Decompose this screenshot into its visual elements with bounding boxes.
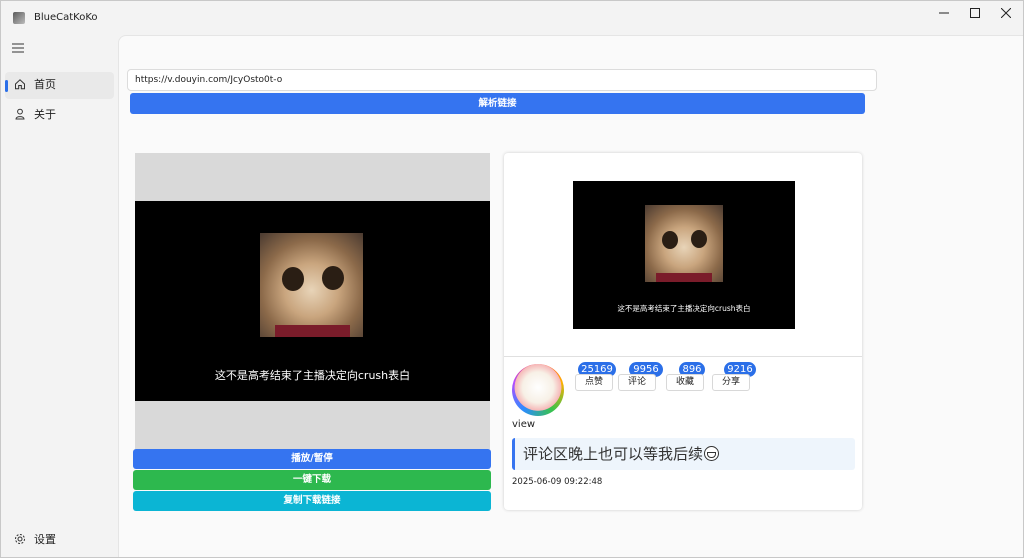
publish-timestamp: 2025-06-09 09:22:48 bbox=[512, 477, 603, 487]
window-title: BlueCatKoKo bbox=[34, 12, 98, 23]
app-window: BlueCatKoKo 首页 关于 设置 https://v.douyin.co… bbox=[0, 0, 1024, 558]
nav-item-home[interactable]: 首页 bbox=[5, 72, 114, 99]
nav-item-label: 首页 bbox=[34, 78, 56, 91]
likes-label: 点赞 bbox=[575, 374, 613, 391]
maximize-button[interactable] bbox=[958, 1, 992, 27]
close-button[interactable] bbox=[989, 1, 1023, 27]
shares-label: 分享 bbox=[712, 374, 750, 391]
url-input[interactable]: https://v.douyin.com/JcyOsto0t-o bbox=[127, 69, 877, 91]
user-icon bbox=[13, 108, 27, 122]
hamburger-icon bbox=[12, 43, 24, 53]
title-bar: BlueCatKoKo bbox=[1, 1, 1023, 35]
comments-label: 评论 bbox=[618, 374, 656, 391]
play-pause-button[interactable]: 播放/暂停 bbox=[133, 449, 491, 469]
nav-item-settings[interactable]: 设置 bbox=[5, 527, 114, 551]
nav-item-label: 设置 bbox=[34, 533, 56, 546]
card-thumbnail: 这不是高考结束了主播决定向crush表白 bbox=[573, 181, 795, 329]
video-info-card: 这不是高考结束了主播决定向crush表白 25169 点赞 9956 评论 89… bbox=[504, 153, 862, 510]
nav-item-label: 关于 bbox=[34, 108, 56, 121]
main-content: https://v.douyin.com/JcyOsto0t-o 解析链接 这不… bbox=[118, 35, 1023, 557]
cat-image bbox=[260, 233, 363, 337]
description-text: 评论区晚上也可以等我后续 bbox=[523, 445, 720, 463]
nav-item-about[interactable]: 关于 bbox=[5, 102, 114, 129]
divider bbox=[504, 356, 862, 357]
favorites-label: 收藏 bbox=[666, 374, 704, 391]
close-icon bbox=[1000, 7, 1012, 19]
author-avatar bbox=[512, 364, 564, 416]
copy-link-button[interactable]: 复制下载链接 bbox=[133, 491, 491, 511]
cat-image bbox=[645, 205, 723, 282]
description-box: 评论区晚上也可以等我后续 bbox=[512, 438, 855, 470]
gear-icon bbox=[13, 533, 27, 547]
menu-toggle-button[interactable] bbox=[12, 43, 26, 55]
video-caption: 这不是高考结束了主播决定向crush表白 bbox=[214, 369, 411, 382]
maximize-icon bbox=[970, 8, 980, 18]
video-player[interactable]: 这不是高考结束了主播决定向crush表白 bbox=[135, 153, 490, 449]
thumbnail-caption: 这不是高考结束了主播决定向crush表白 bbox=[617, 304, 751, 313]
description-text-content: 评论区晚上也可以等我后续 bbox=[523, 445, 704, 463]
home-icon bbox=[13, 78, 27, 92]
video-frame: 这不是高考结束了主播决定向crush表白 bbox=[135, 201, 490, 401]
parse-link-button[interactable]: 解析链接 bbox=[130, 93, 865, 114]
minimize-button[interactable] bbox=[927, 1, 961, 27]
grin-emoji-icon bbox=[704, 446, 720, 461]
download-button[interactable]: 一键下载 bbox=[133, 470, 491, 490]
active-indicator bbox=[5, 80, 8, 92]
side-navigation: 首页 关于 设置 bbox=[1, 35, 118, 557]
author-name: view bbox=[512, 419, 536, 430]
minimize-icon bbox=[939, 12, 949, 14]
app-logo-icon bbox=[13, 12, 25, 24]
